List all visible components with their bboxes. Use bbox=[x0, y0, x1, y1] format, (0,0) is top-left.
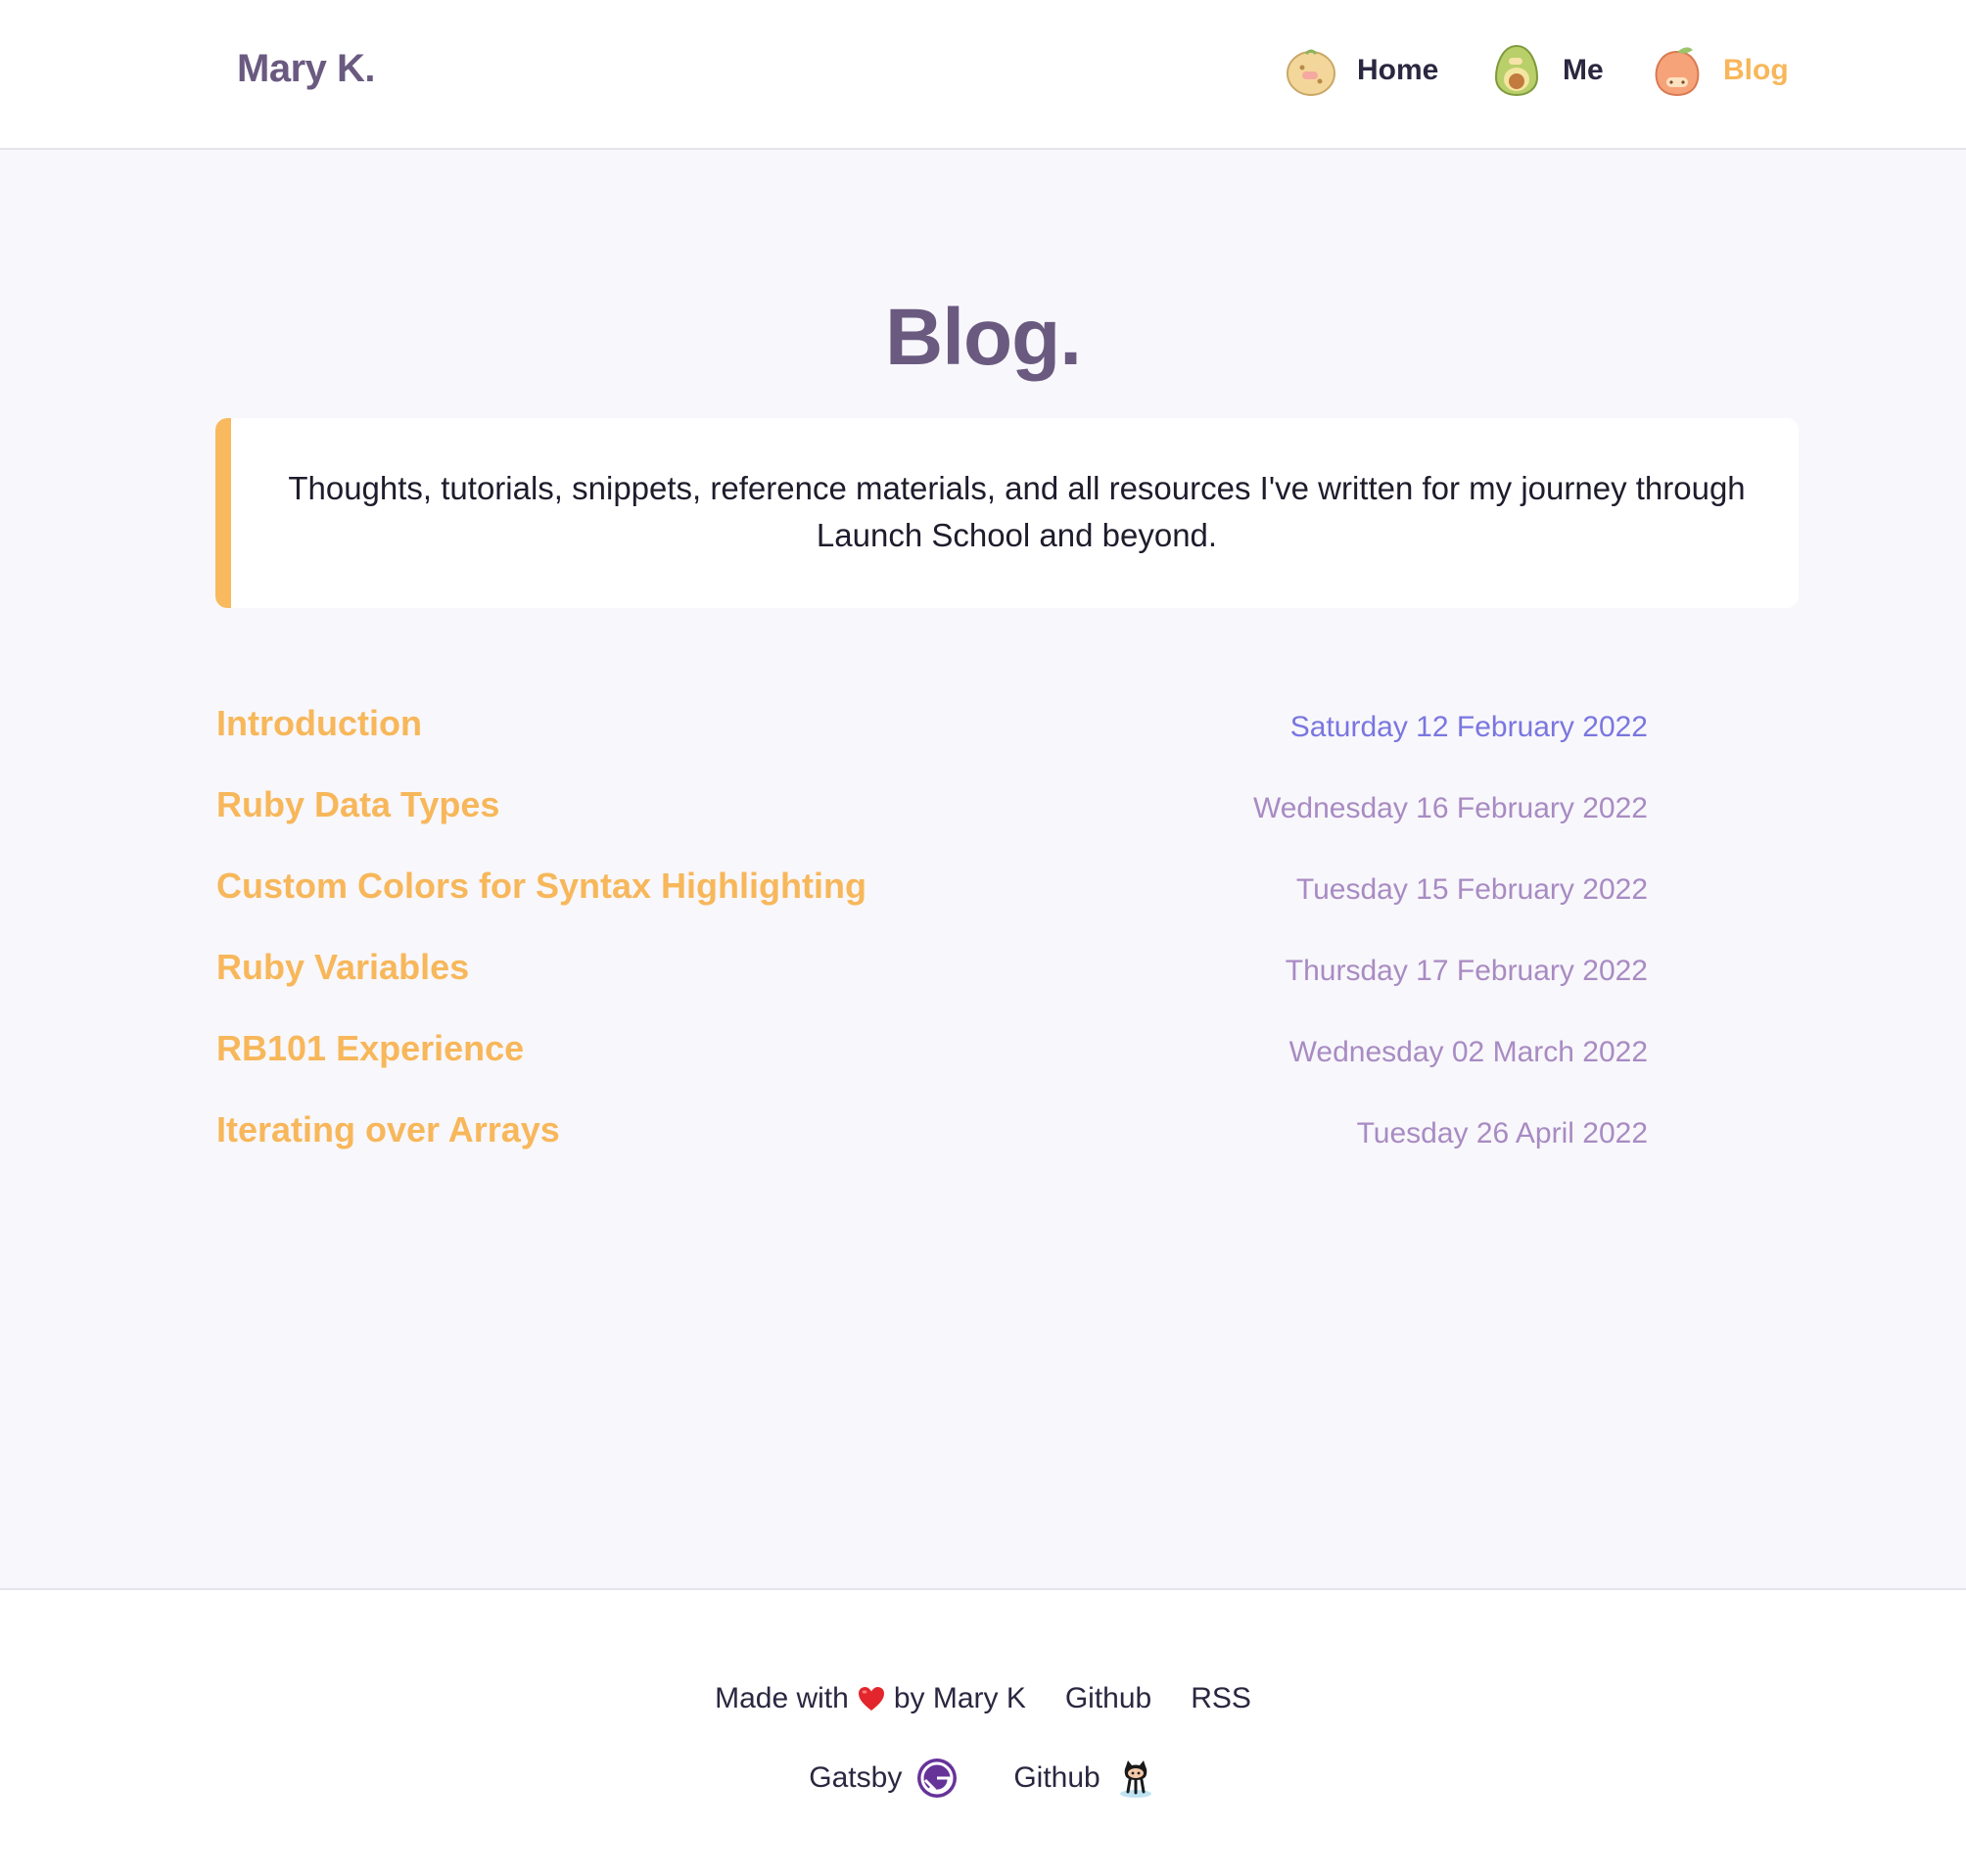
footer-github-link[interactable]: Github bbox=[1065, 1682, 1151, 1715]
made-with-credit: Made with by Mary K bbox=[715, 1682, 1026, 1715]
post-title-link[interactable]: RB101 Experience bbox=[216, 1028, 524, 1069]
post-item: RB101 Experience Wednesday 02 March 2022 bbox=[216, 1028, 1648, 1109]
post-date: Wednesday 02 March 2022 bbox=[1288, 1036, 1648, 1068]
post-list: Introduction Saturday 12 February 2022 R… bbox=[216, 703, 1648, 1191]
post-date: Saturday 12 February 2022 bbox=[1289, 711, 1648, 743]
post-title-link[interactable]: Ruby Variables bbox=[216, 947, 469, 988]
github-badge[interactable]: Github bbox=[1013, 1757, 1156, 1800]
github-badge-label: Github bbox=[1013, 1761, 1100, 1794]
potato-icon bbox=[1287, 49, 1335, 96]
callout-accent-bar bbox=[215, 418, 231, 608]
gatsby-badge[interactable]: Gatsby bbox=[809, 1757, 959, 1800]
site-footer: Made with by Mary K Github RSS Gatsby Gi… bbox=[0, 1588, 1966, 1876]
post-item: Custom Colors for Syntax Highlighting Tu… bbox=[216, 866, 1648, 947]
avocado-icon bbox=[1494, 44, 1539, 97]
footer-badges: Gatsby Github bbox=[0, 1757, 1966, 1800]
nav-blog-label: Blog bbox=[1723, 54, 1789, 86]
nav-me[interactable]: Me bbox=[1488, 39, 1604, 102]
nav-home[interactable]: Home bbox=[1283, 39, 1438, 102]
footer-rss-link[interactable]: RSS bbox=[1191, 1682, 1251, 1715]
peach-icon bbox=[1655, 47, 1700, 97]
octocat-icon bbox=[1119, 1760, 1151, 1798]
post-title-link[interactable]: Custom Colors for Syntax Highlighting bbox=[216, 866, 866, 907]
footer-links: Made with by Mary K Github RSS bbox=[0, 1682, 1966, 1715]
post-date: Thursday 17 February 2022 bbox=[1285, 955, 1648, 987]
post-item: Ruby Data Types Wednesday 16 February 20… bbox=[216, 784, 1648, 866]
gatsby-badge-label: Gatsby bbox=[809, 1761, 903, 1794]
post-item: Iterating over Arrays Tuesday 26 April 2… bbox=[216, 1109, 1648, 1191]
intro-callout: Thoughts, tutorials, snippets, reference… bbox=[215, 418, 1799, 608]
post-date: Tuesday 26 April 2022 bbox=[1356, 1117, 1648, 1149]
post-item: Ruby Variables Thursday 17 February 2022 bbox=[216, 947, 1648, 1028]
nav-home-label: Home bbox=[1357, 54, 1439, 86]
nav-blog[interactable]: Blog bbox=[1649, 39, 1789, 102]
post-date: Wednesday 16 February 2022 bbox=[1252, 792, 1648, 824]
brand-logo-link[interactable]: Mary K. bbox=[237, 47, 376, 91]
post-title-link[interactable]: Introduction bbox=[216, 703, 422, 744]
post-title-link[interactable]: Iterating over Arrays bbox=[216, 1109, 560, 1150]
post-item: Introduction Saturday 12 February 2022 bbox=[216, 703, 1648, 784]
page-title: Blog. bbox=[885, 293, 1082, 382]
heart-icon bbox=[858, 1687, 884, 1711]
made-with-prefix: Made with bbox=[715, 1682, 849, 1714]
post-title-link[interactable]: Ruby Data Types bbox=[216, 784, 499, 825]
post-date: Tuesday 15 February 2022 bbox=[1295, 873, 1648, 906]
site-header: Mary K. Home Me Blog bbox=[0, 0, 1966, 150]
nav-me-label: Me bbox=[1563, 54, 1604, 86]
gatsby-logo-icon bbox=[917, 1759, 958, 1798]
intro-text: Thoughts, tutorials, snippets, reference… bbox=[288, 470, 1746, 553]
made-with-suffix: by Mary K bbox=[893, 1682, 1026, 1714]
